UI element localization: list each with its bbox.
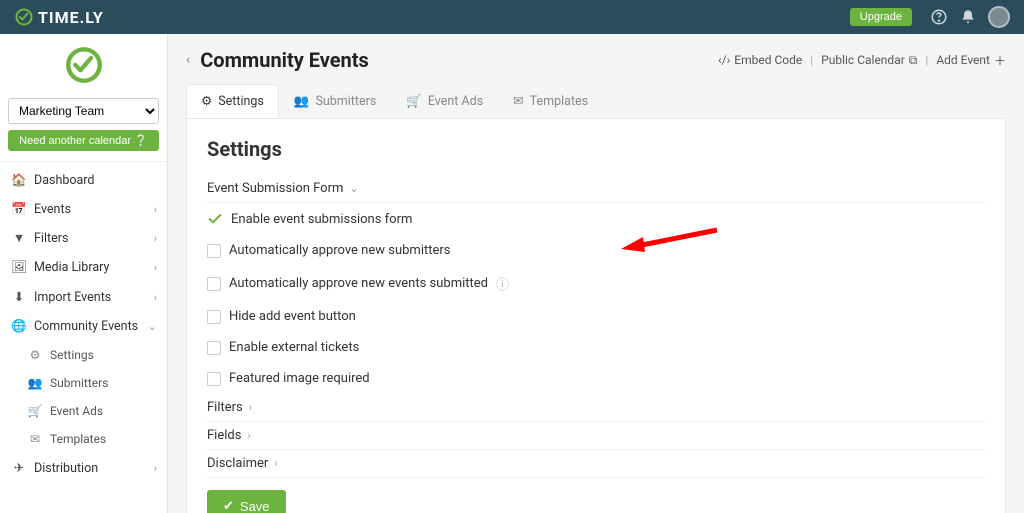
check-hide-add-event[interactable]: Hide add event button	[207, 301, 985, 332]
gear-icon: ⚙	[201, 93, 212, 109]
sidebar-item-distribution[interactable]: ✈Distribution›	[0, 453, 167, 483]
bell-icon[interactable]	[960, 9, 976, 25]
checkbox-icon	[207, 372, 221, 386]
main-content: ‹ Community Events ‹/›Embed Code | Publi…	[168, 34, 1024, 513]
sidebar-sub-templates[interactable]: ✉Templates	[0, 425, 167, 453]
check-icon	[207, 211, 223, 227]
sidebar-item-import[interactable]: ⬇Import Events›	[0, 282, 167, 312]
check-enable-submissions[interactable]: Enable event submissions form	[207, 203, 985, 235]
page-header: ‹ Community Events ‹/›Embed Code | Publi…	[168, 34, 1024, 78]
save-button[interactable]: ✔ Save	[207, 490, 286, 513]
sliders-icon: ⚙	[26, 348, 44, 362]
checkbox-icon	[207, 244, 221, 258]
chevron-right-icon: ›	[154, 232, 157, 245]
team-select[interactable]: Marketing Team	[8, 98, 159, 124]
info-icon[interactable]: ⓘ	[496, 274, 509, 293]
user-avatar[interactable]	[988, 6, 1010, 28]
chevron-right-icon: ›	[249, 401, 252, 414]
mail-icon: ✉	[513, 93, 523, 109]
brand-name: TIME.LY	[38, 8, 104, 27]
check-icon: ✔	[223, 498, 234, 513]
cart-icon: 🛒	[406, 94, 422, 109]
team-dropdown[interactable]: Marketing Team	[8, 98, 159, 124]
sidebar-item-events[interactable]: 📅Events›	[0, 195, 167, 224]
checkbox-icon	[207, 277, 221, 291]
section-disclaimer[interactable]: Disclaimer ›	[207, 450, 985, 478]
send-icon: ✈	[10, 460, 28, 476]
brand-check-icon	[14, 7, 34, 27]
chevron-right-icon: ›	[247, 429, 250, 442]
globe-icon: 🌐	[10, 319, 28, 334]
page-title: Community Events	[200, 48, 369, 72]
chevron-down-icon: ⌄	[148, 320, 157, 333]
public-calendar-link[interactable]: Public Calendar ⧉	[821, 53, 917, 68]
add-event-link[interactable]: Add Event ＋	[936, 52, 1006, 69]
plus-icon: ＋	[994, 52, 1006, 69]
code-icon: ‹/›	[718, 53, 730, 67]
chevron-right-icon: ›	[154, 261, 157, 274]
section-event-submission-form[interactable]: Event Submission Form ⌄	[207, 175, 985, 203]
sidebar-sub-event-ads[interactable]: 🛒Event Ads	[0, 397, 167, 425]
users-icon: 👥	[26, 376, 44, 390]
tab-event-ads[interactable]: 🛒Event Ads	[391, 84, 498, 118]
back-chevron-icon[interactable]: ‹	[186, 52, 190, 68]
embed-code-link[interactable]: ‹/›Embed Code	[718, 53, 802, 67]
check-external-tickets[interactable]: Enable external tickets	[207, 332, 985, 363]
sidebar: Marketing Team Need another calendar ❔ 🏠…	[0, 34, 168, 513]
need-calendar-button[interactable]: Need another calendar ❔	[8, 130, 159, 151]
section-fields[interactable]: Fields ›	[207, 422, 985, 450]
cart-icon: 🛒	[26, 404, 44, 418]
tabs: ⚙Settings 👥Submitters 🛒Event Ads ✉Templa…	[168, 78, 1024, 118]
sidebar-item-media[interactable]: 🖼Media Library›	[0, 253, 167, 282]
panel-title: Settings	[207, 137, 985, 161]
tab-settings[interactable]: ⚙Settings	[186, 84, 279, 118]
sidebar-sub-submitters[interactable]: 👥Submitters	[0, 369, 167, 397]
chevron-right-icon: ›	[274, 457, 277, 470]
tab-templates[interactable]: ✉Templates	[498, 84, 603, 118]
help-icon[interactable]	[930, 8, 948, 26]
help-circle-icon: ❔	[134, 135, 148, 147]
sidebar-item-filters[interactable]: ▼Filters›	[0, 224, 167, 253]
sidebar-item-community[interactable]: 🌐Community Events⌄	[0, 312, 167, 341]
chevron-right-icon: ›	[154, 203, 157, 216]
calendar-icon: 📅	[10, 202, 28, 217]
filter-icon: ▼	[10, 231, 28, 246]
sidebar-sub-settings[interactable]: ⚙Settings	[0, 341, 167, 369]
header-actions: ‹/›Embed Code | Public Calendar ⧉ | Add …	[718, 52, 1006, 69]
tab-submitters[interactable]: 👥Submitters	[279, 84, 391, 118]
chevron-right-icon: ›	[154, 462, 157, 475]
check-featured-required[interactable]: Featured image required	[207, 363, 985, 394]
sidebar-item-dashboard[interactable]: 🏠Dashboard	[0, 166, 167, 195]
checkbox-icon	[207, 341, 221, 355]
section-filters[interactable]: Filters ›	[207, 394, 985, 422]
mail-icon: ✉	[26, 432, 44, 446]
external-link-icon: ⧉	[909, 53, 918, 68]
users-icon: 👥	[294, 94, 310, 109]
home-icon: 🏠	[10, 173, 28, 188]
topbar: TIME.LY Upgrade	[0, 0, 1024, 34]
settings-panel: Settings Event Submission Form ⌄ Enable …	[186, 118, 1006, 513]
chevron-down-icon: ⌄	[349, 182, 358, 195]
check-auto-approve-events[interactable]: Automatically approve new events submitt…	[207, 266, 985, 301]
upgrade-button[interactable]: Upgrade	[850, 8, 912, 26]
chevron-right-icon: ›	[154, 291, 157, 304]
checkbox-icon	[207, 310, 221, 324]
image-icon: 🖼	[10, 260, 28, 275]
brand-logo[interactable]: TIME.LY	[14, 7, 104, 27]
download-icon: ⬇	[10, 289, 28, 305]
check-auto-approve-submitters[interactable]: Automatically approve new submitters	[207, 235, 985, 266]
sidebar-logo	[0, 34, 167, 92]
